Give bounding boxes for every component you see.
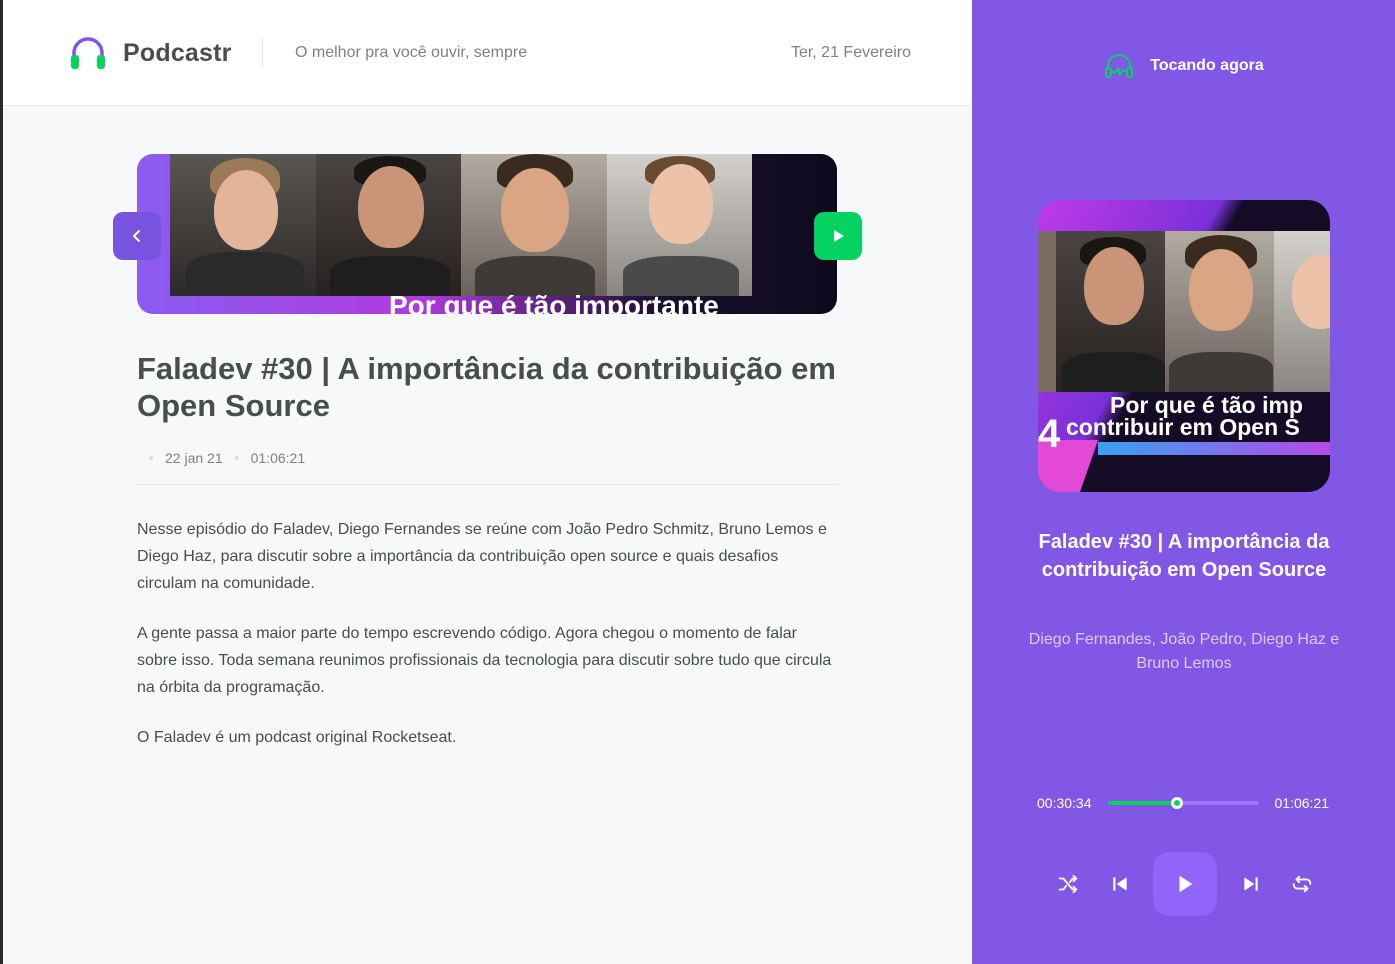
player-panel: Tocando agora 4 Por que é tão imp contri… — [972, 0, 1395, 964]
back-button[interactable] — [113, 212, 161, 260]
player-controls — [1050, 852, 1320, 916]
play-icon — [834, 230, 844, 242]
thumbnail-face — [461, 154, 607, 296]
progress-handle[interactable] — [1170, 797, 1183, 809]
skip-previous-icon — [1112, 877, 1127, 891]
header: Podcastr O melhor pra você ouvir, sempre… — [3, 0, 972, 106]
now-playing-label: Tocando agora — [1150, 57, 1264, 74]
episode-meta: 22 jan 21 01:06:21 — [137, 450, 305, 466]
thumbnail-faces — [170, 154, 752, 296]
headphones-icon — [71, 37, 105, 69]
meta-divider — [137, 484, 838, 485]
shuffle-icon — [1058, 874, 1078, 894]
now-playing-cover: 4 Por que é tão imp contribuir em Open S — [1038, 200, 1330, 492]
meta-dot — [234, 456, 239, 460]
repeat-icon — [1292, 875, 1312, 893]
thumbnail-face — [315, 154, 461, 296]
description-paragraph: Nesse episódio do Faladev, Diego Fernand… — [137, 521, 827, 592]
app-name: Podcastr — [123, 38, 232, 67]
current-date: Ter, 21 Fevereiro — [790, 44, 911, 61]
headphones-pulse-icon — [1105, 54, 1134, 78]
cover-underline — [1098, 442, 1330, 455]
episode-description: Nesse episódio do Faladev, Diego Fernand… — [137, 516, 837, 774]
cover-face — [1274, 231, 1330, 392]
play-button[interactable] — [1153, 852, 1217, 916]
thumbnail-face — [606, 154, 752, 296]
cover-face — [1056, 231, 1165, 392]
logo[interactable]: Podcastr — [68, 33, 232, 73]
cover-face — [1038, 231, 1056, 392]
header-divider — [262, 38, 263, 68]
tagline: O melhor pra você ouvir, sempre — [295, 44, 528, 61]
play-icon — [1179, 875, 1193, 893]
progress-slider[interactable] — [1107, 797, 1259, 809]
now-playing-header: Tocando agora — [972, 50, 1395, 82]
repeat-button[interactable] — [1284, 866, 1320, 902]
shuffle-button[interactable] — [1050, 866, 1086, 902]
thumbnail-caption: Por que é tão importante — [389, 290, 719, 314]
episode-duration: 01:06:21 — [250, 450, 306, 466]
progress-bar: 00:30:34 01:06:21 — [1037, 795, 1329, 811]
previous-button[interactable] — [1102, 866, 1138, 902]
chevron-left-icon — [133, 230, 140, 242]
progress-fill — [1107, 801, 1177, 805]
main-content: Podcastr O melhor pra você ouvir, sempre… — [0, 0, 972, 964]
player-members: Diego Fernandes, João Pedro, Diego Haz e… — [1028, 631, 1340, 672]
player-episode-title: Faladev #30 | A importância da contribui… — [1038, 531, 1330, 581]
cover-face — [1165, 231, 1274, 392]
description-paragraph: A gente passa a maior parte do tempo esc… — [137, 625, 832, 696]
next-button[interactable] — [1233, 866, 1269, 902]
thumbnail-face — [170, 154, 316, 296]
cover-number: 4 — [1038, 412, 1061, 456]
description-paragraph: O Faladev é um podcast original Rocketse… — [137, 729, 457, 746]
published-date: 22 jan 21 — [165, 450, 223, 466]
play-episode-button[interactable] — [814, 212, 862, 260]
total-time: 01:06:21 — [1274, 795, 1330, 811]
cover-caption-line-2: contribuir em Open S — [1066, 414, 1300, 440]
episode-title: Faladev #30 | A importância da contribui… — [137, 351, 836, 423]
episode-thumbnail: Por que é tão importante — [137, 154, 837, 314]
meta-dot — [149, 456, 153, 460]
current-time: 00:30:34 — [1037, 795, 1092, 811]
cover-faces — [1038, 231, 1330, 392]
skip-next-icon — [1243, 877, 1258, 891]
app: Podcastr O melhor pra você ouvir, sempre… — [0, 0, 1395, 964]
